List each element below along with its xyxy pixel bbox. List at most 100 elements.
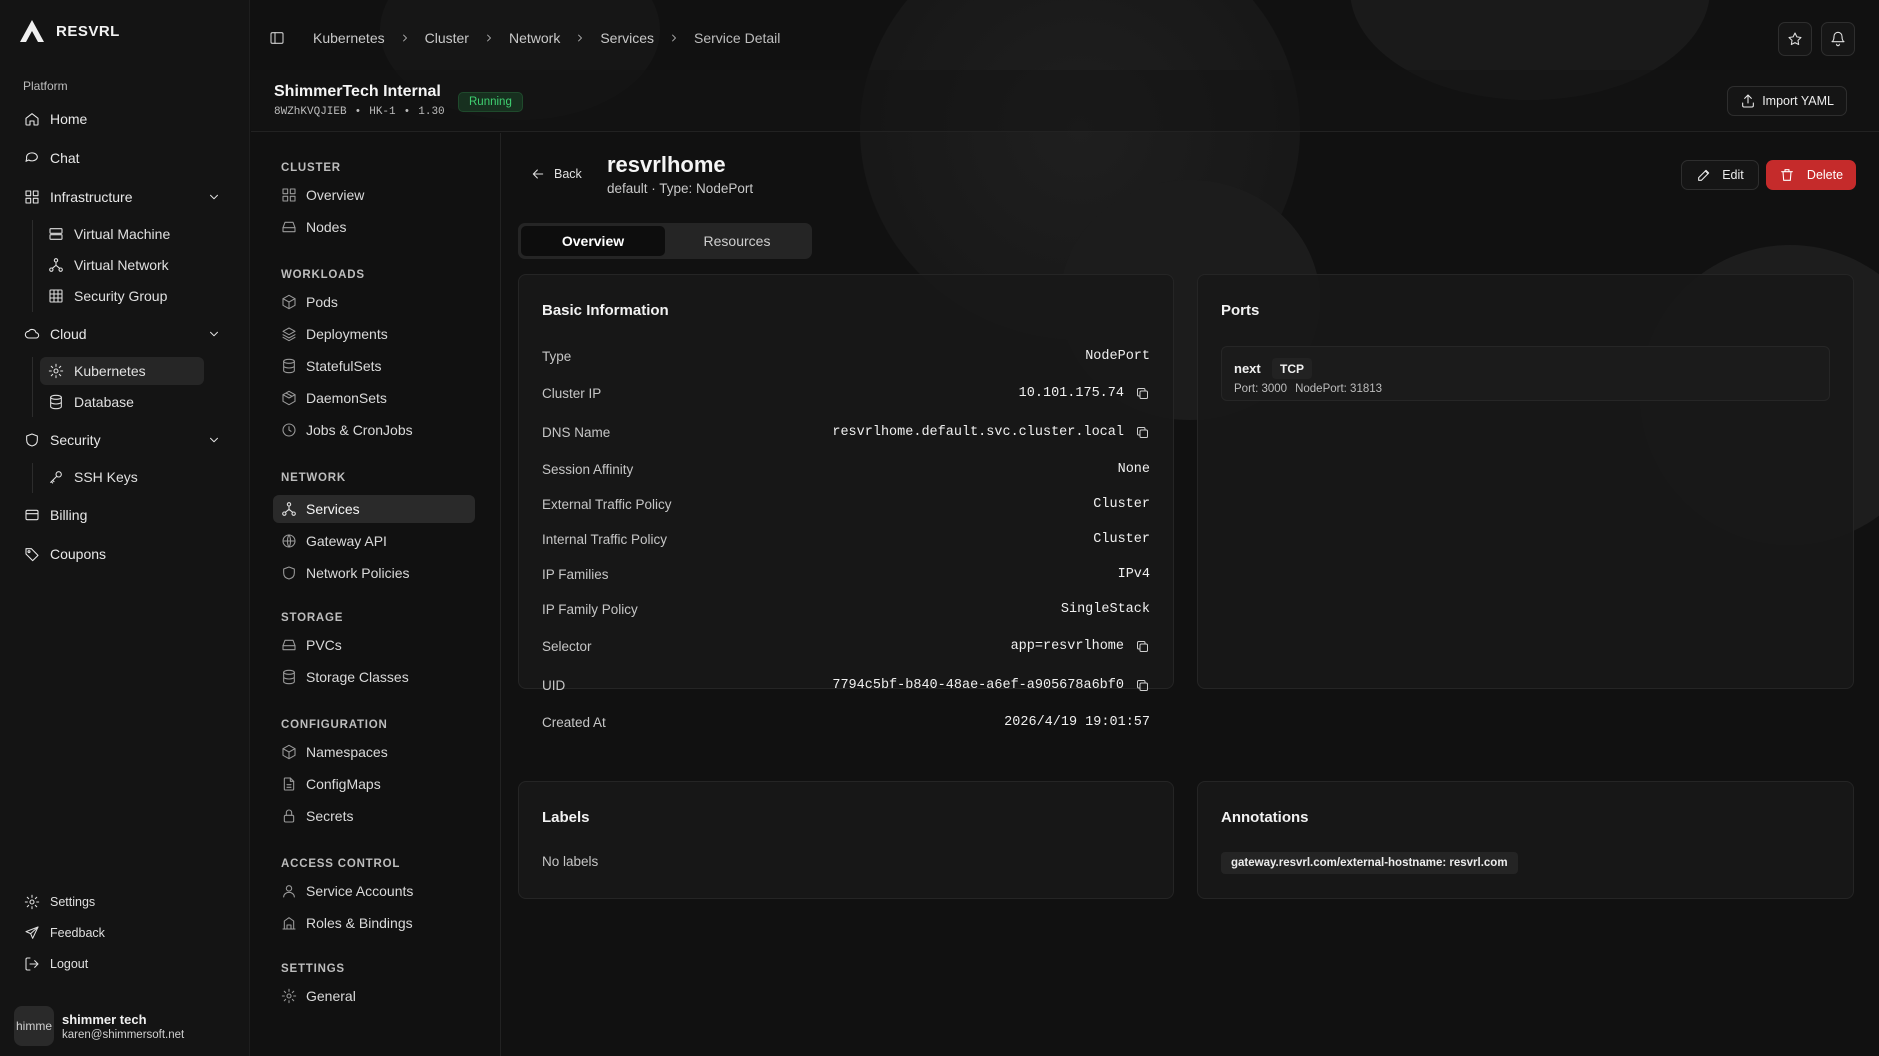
subnav-item-configmaps[interactable]: ConfigMaps bbox=[273, 770, 475, 798]
sidebar-item-virtual-network[interactable]: Virtual Network bbox=[40, 251, 204, 279]
sidebar-item-ssh-keys[interactable]: SSH Keys bbox=[40, 463, 204, 491]
network-icon bbox=[281, 501, 297, 517]
sidebar-settings-link[interactable]: Settings bbox=[16, 889, 216, 915]
port-name: next bbox=[1234, 361, 1261, 376]
sidebar-logout-link[interactable]: Logout bbox=[16, 951, 216, 977]
subnav-item-gateway-api[interactable]: Gateway API bbox=[273, 527, 475, 555]
subnav-section-settings: SETTINGS bbox=[281, 963, 345, 975]
sidebar-item-label: Virtual Network bbox=[74, 257, 169, 273]
subnav-item-pvcs[interactable]: PVCs bbox=[273, 631, 475, 659]
sidebar-item-home[interactable]: Home bbox=[16, 104, 226, 134]
sidebar-subtree-line bbox=[32, 220, 33, 312]
brand[interactable]: RESVRL bbox=[20, 20, 120, 42]
user-profile[interactable]: himme shimmer tech karen@shimmersoft.net bbox=[14, 1006, 184, 1046]
meta-separator: • bbox=[354, 106, 362, 118]
subnav-item-nodes[interactable]: Nodes bbox=[273, 213, 475, 241]
sidebar-item-label: Virtual Machine bbox=[74, 226, 171, 242]
sidebar-item-security-group[interactable]: Security Group bbox=[40, 282, 204, 310]
chevron-down-icon[interactable] bbox=[206, 432, 222, 448]
info-row-selector: Selector app=resvrlhome bbox=[542, 635, 1150, 657]
subnav-item-deployments[interactable]: Deployments bbox=[273, 320, 475, 348]
subnav-item-label: Storage Classes bbox=[306, 669, 409, 685]
chevron-right-icon bbox=[481, 30, 497, 46]
subnav-item-namespaces[interactable]: Namespaces bbox=[273, 738, 475, 766]
card-title: Annotations bbox=[1221, 809, 1309, 826]
sidebar-item-chat[interactable]: Chat bbox=[16, 143, 226, 173]
delete-button[interactable]: Delete bbox=[1766, 160, 1856, 190]
subnav-item-daemonsets[interactable]: DaemonSets bbox=[273, 384, 475, 412]
breadcrumb: Kubernetes Cluster Network Services Serv… bbox=[313, 30, 780, 46]
copy-icon[interactable] bbox=[1134, 385, 1150, 401]
sidebar-item-label: Security Group bbox=[74, 288, 168, 304]
tab-resources[interactable]: Resources bbox=[665, 226, 809, 256]
key-icon bbox=[48, 469, 64, 485]
edit-button[interactable]: Edit bbox=[1681, 160, 1759, 190]
topbar: Kubernetes Cluster Network Services Serv… bbox=[251, 0, 1879, 76]
chevron-down-icon[interactable] bbox=[206, 189, 222, 205]
port-meta: Port: 3000 NodePort: 31813 bbox=[1234, 383, 1382, 395]
copy-icon[interactable] bbox=[1134, 677, 1150, 693]
info-value-wrap: 7794c5bf-b840-48ae-a6ef-a905678a6bf0 bbox=[832, 677, 1150, 693]
cluster-header: ShimmerTech Internal 8WZhKVQJIEB • HK-1 … bbox=[251, 70, 1879, 132]
chevron-right-icon bbox=[397, 30, 413, 46]
breadcrumb-network[interactable]: Network bbox=[509, 30, 560, 46]
back-button[interactable]: Back bbox=[530, 166, 582, 182]
ports-card: Ports next TCP Port: 3000 NodePort: 3181… bbox=[1197, 274, 1854, 689]
favorite-button[interactable] bbox=[1778, 22, 1812, 56]
sidebar-feedback-link[interactable]: Feedback bbox=[16, 920, 216, 946]
copy-icon[interactable] bbox=[1134, 424, 1150, 440]
subnav-section-storage: STORAGE bbox=[281, 612, 344, 624]
info-row-cluster-ip: Cluster IP 10.101.175.74 bbox=[542, 382, 1150, 404]
info-value: 10.101.175.74 bbox=[1018, 385, 1124, 401]
info-value: Cluster bbox=[1093, 531, 1150, 547]
sidebar-item-label: Security bbox=[50, 432, 101, 448]
info-value: Cluster bbox=[1093, 496, 1150, 512]
hard-drive-icon bbox=[281, 219, 297, 235]
subnav-item-secrets[interactable]: Secrets bbox=[273, 802, 475, 830]
status-badge: Running bbox=[458, 92, 523, 112]
sidebar-toggle-icon[interactable] bbox=[269, 30, 285, 46]
network-icon bbox=[48, 257, 64, 273]
sidebar-item-virtual-machine[interactable]: Virtual Machine bbox=[40, 220, 204, 248]
subnav-item-services[interactable]: Services bbox=[273, 495, 475, 523]
tab-overview[interactable]: Overview bbox=[521, 226, 665, 256]
database-icon bbox=[281, 669, 297, 685]
import-yaml-button[interactable]: Import YAML bbox=[1727, 86, 1847, 116]
sidebar-item-kubernetes[interactable]: Kubernetes bbox=[40, 357, 204, 385]
subnav-item-label: Nodes bbox=[306, 219, 347, 235]
subnav-item-statefulsets[interactable]: StatefulSets bbox=[273, 352, 475, 380]
breadcrumb-kubernetes[interactable]: Kubernetes bbox=[313, 30, 385, 46]
server-icon bbox=[48, 226, 64, 242]
subnav-item-storage-classes[interactable]: Storage Classes bbox=[273, 663, 475, 691]
sidebar-item-billing[interactable]: Billing bbox=[16, 500, 226, 530]
subnav-section-access-control: ACCESS CONTROL bbox=[281, 858, 401, 870]
subnav-item-general[interactable]: General bbox=[273, 982, 475, 1010]
breadcrumb-current: Service Detail bbox=[694, 30, 781, 46]
copy-icon[interactable] bbox=[1134, 638, 1150, 654]
primary-sidebar: RESVRL Platform Home Chat Infrastructure… bbox=[0, 0, 250, 1056]
subnav-item-pods[interactable]: Pods bbox=[273, 288, 475, 316]
sidebar-item-coupons[interactable]: Coupons bbox=[16, 539, 226, 569]
sidebar-item-security[interactable]: Security bbox=[16, 425, 226, 455]
subnav-item-overview[interactable]: Overview bbox=[273, 181, 475, 209]
chevron-down-icon[interactable] bbox=[206, 326, 222, 342]
layers-icon bbox=[281, 326, 297, 342]
breadcrumb-services[interactable]: Services bbox=[600, 30, 654, 46]
bell-icon bbox=[1830, 31, 1846, 47]
breadcrumb-cluster[interactable]: Cluster bbox=[425, 30, 469, 46]
sidebar-item-cloud[interactable]: Cloud bbox=[16, 319, 226, 349]
port-protocol-badge: TCP bbox=[1272, 358, 1312, 379]
card-title: Ports bbox=[1221, 302, 1260, 319]
info-value: NodePort bbox=[1085, 348, 1150, 364]
subnav-item-network-policies[interactable]: Network Policies bbox=[273, 559, 475, 587]
sidebar-item-infrastructure[interactable]: Infrastructure bbox=[16, 182, 226, 212]
subnav-item-service-accounts[interactable]: Service Accounts bbox=[273, 877, 475, 905]
shield-icon bbox=[24, 432, 40, 448]
meta-separator: • bbox=[403, 106, 411, 118]
subnav-item-jobs-cronjobs[interactable]: Jobs & CronJobs bbox=[273, 416, 475, 444]
sidebar-item-database[interactable]: Database bbox=[40, 388, 204, 416]
subnav-item-roles-bindings[interactable]: Roles & Bindings bbox=[273, 909, 475, 937]
notifications-button[interactable] bbox=[1821, 22, 1855, 56]
subnav-item-label: Jobs & CronJobs bbox=[306, 422, 413, 438]
info-key: IP Families bbox=[542, 566, 609, 582]
